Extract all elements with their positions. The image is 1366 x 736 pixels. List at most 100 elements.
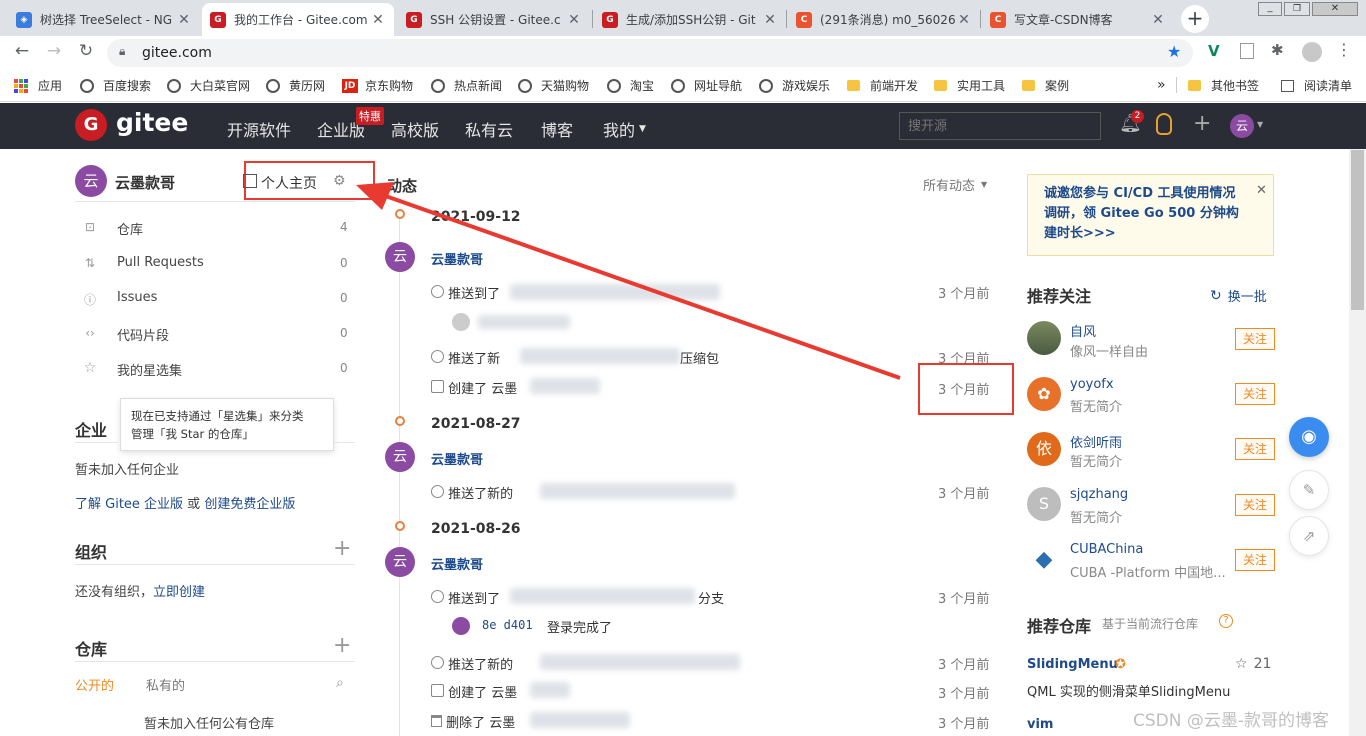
help-icon[interactable]: ? [1219, 614, 1233, 628]
bookmark-item[interactable]: 天猫购物 [518, 77, 589, 94]
browser-tab[interactable]: ◈ 树选择 TreeSelect - NG ✕ [8, 3, 200, 36]
follow-button[interactable]: 关注 [1235, 549, 1275, 571]
add-org-plus-icon[interactable]: + [333, 536, 351, 561]
rec-user-name[interactable]: 依剑听雨 [1070, 432, 1122, 451]
rec-user-name[interactable]: sjqzhang [1070, 487, 1128, 502]
rec-user-name[interactable]: CUBAChina [1070, 542, 1143, 557]
gitee-logo-text[interactable]: gitee [116, 108, 188, 137]
bookmark-item[interactable]: 大白菜官网 [167, 77, 250, 94]
bookmark-item[interactable]: 游戏娱乐 [759, 77, 830, 94]
browser-tab[interactable]: C (291条消息) m0_56026 ✕ [788, 3, 980, 36]
bookmark-item[interactable]: 热点新闻 [431, 77, 502, 94]
reload-icon[interactable]: ↻ [74, 41, 98, 63]
feed-username[interactable]: 云墨款哥 [431, 554, 483, 573]
user-avatar[interactable]: ◆ [1027, 543, 1061, 577]
user-avatar[interactable]: S [1027, 487, 1061, 521]
browser-tab[interactable]: G SSH 公钥设置 - Gitee.c ✕ [398, 3, 590, 36]
gitee-logo-icon[interactable]: G [75, 109, 107, 141]
feed-avatar[interactable]: 云 [385, 547, 415, 577]
feed-avatar[interactable]: 云 [385, 442, 415, 472]
gear-icon[interactable]: ⚙ [333, 173, 346, 189]
window-close-button[interactable]: ✕ [1312, 2, 1358, 16]
repo-tab-private[interactable]: 私有的 [146, 675, 185, 694]
nav-campus[interactable]: 高校版 [391, 117, 439, 141]
refresh-button[interactable]: ↻ 换一批 [1210, 286, 1267, 306]
back-icon[interactable]: ← [10, 41, 34, 63]
close-icon[interactable]: ✕ [176, 12, 192, 28]
feed-username[interactable]: 云墨款哥 [431, 449, 483, 468]
follow-button[interactable]: 关注 [1235, 383, 1275, 405]
lightbulb-icon[interactable] [1156, 113, 1172, 135]
bookmark-folder[interactable]: 前端开发 [847, 77, 918, 94]
forward-icon[interactable]: → [42, 41, 66, 63]
other-bookmarks[interactable]: 其他书签 [1188, 77, 1259, 94]
browser-tab[interactable]: C 写文章-CSDN博客 ✕ [982, 3, 1174, 36]
bookmark-item[interactable]: JD 京东购物 [342, 77, 413, 94]
menu-icon[interactable]: ⋮ [1336, 40, 1352, 59]
repo-name[interactable]: vim [1027, 717, 1053, 732]
bookmark-apps[interactable]: 应用 [14, 77, 62, 94]
puzzle-icon[interactable]: ✱ [1271, 41, 1284, 59]
bookmark-item[interactable]: 百度搜索 [80, 77, 151, 94]
sidebar-avatar[interactable]: 云 [75, 165, 107, 197]
create-org-link[interactable]: 立即创建 [153, 585, 205, 600]
share-float-button[interactable]: ⇗ [1289, 516, 1329, 556]
reading-list[interactable]: 阅读清单 [1281, 77, 1352, 94]
browser-tab[interactable]: G 生成/添加SSH公钥 - Git ✕ [594, 3, 786, 36]
sidebar-item-repos[interactable]: ⊡ 仓库 4 [75, 218, 355, 238]
close-icon[interactable]: ✕ [762, 12, 778, 28]
sidebar-item-snippets[interactable]: ‹› 代码片段 0 [75, 324, 355, 344]
repo-stars[interactable]: ☆ 21 [1235, 656, 1271, 672]
close-icon[interactable]: ✕ [1256, 183, 1267, 198]
bookmark-folder[interactable]: 实用工具 [934, 77, 1005, 94]
repo-name[interactable]: SlidingMenu [1027, 657, 1118, 672]
add-repo-plus-icon[interactable]: + [333, 633, 351, 658]
close-icon[interactable]: ✕ [956, 12, 972, 28]
feed-filter-dropdown[interactable]: 所有动态 ▼ [923, 175, 987, 194]
follow-button[interactable]: 关注 [1235, 438, 1275, 460]
new-tab-button[interactable]: + [1181, 5, 1209, 33]
nav-blog[interactable]: 博客 [541, 117, 573, 141]
user-avatar[interactable]: ✿ [1027, 377, 1061, 411]
browser-tab-active[interactable]: G 我的工作台 - Gitee.com ✕ [202, 3, 394, 36]
sidebar-item-issues[interactable]: ⓘ Issues 0 [75, 289, 355, 309]
user-avatar[interactable]: 依 [1027, 432, 1061, 466]
header-avatar[interactable]: 云 [1230, 114, 1254, 138]
close-icon[interactable]: ✕ [1150, 12, 1166, 28]
nav-mine[interactable]: 我的 ▼ [603, 117, 646, 141]
profile-avatar[interactable] [1302, 42, 1322, 62]
commit-hash[interactable]: 8e d401 [482, 618, 533, 632]
caret-down-icon[interactable]: ▼ [1257, 120, 1263, 129]
bookmark-item[interactable]: 黄历网 [266, 77, 325, 94]
scrollbar-thumb[interactable] [1351, 150, 1364, 310]
close-icon[interactable]: ✕ [370, 12, 386, 28]
extension-icon[interactable]: V [1208, 42, 1220, 60]
omnibox[interactable]: 🔒︎ gitee.com ★ [107, 39, 1193, 67]
follow-button[interactable]: 关注 [1235, 328, 1275, 350]
bookmark-item[interactable]: 淘宝 [607, 77, 654, 94]
bookmarks-more-button[interactable]: » [1157, 77, 1166, 93]
sidebar-item-star-collections[interactable]: ☆ 我的星选集 0 [75, 359, 355, 379]
bookmark-folder[interactable]: 案例 [1022, 77, 1069, 94]
nav-open-source[interactable]: 开源软件 [227, 117, 291, 141]
extension-icon[interactable] [1240, 43, 1254, 59]
follow-button[interactable]: 关注 [1235, 494, 1275, 516]
bookmark-item[interactable]: 网址导航 [671, 77, 742, 94]
close-icon[interactable]: ✕ [566, 12, 582, 28]
maximize-button[interactable]: ❐ [1284, 2, 1310, 16]
nav-private-cloud[interactable]: 私有云 [465, 117, 513, 141]
search-input[interactable] [899, 112, 1101, 140]
rec-user-name[interactable]: 自风 [1070, 321, 1096, 340]
feedback-float-button[interactable]: ✎ [1289, 470, 1329, 510]
plus-icon[interactable]: + [1193, 111, 1211, 136]
create-enterprise-link[interactable]: 创建免费企业版 [204, 497, 295, 512]
user-avatar[interactable] [1027, 321, 1061, 355]
survey-banner[interactable]: 诚邀您参与 CI/CD 工具使用情况调研，领 Gitee Go 500 分钟构建… [1027, 174, 1274, 256]
sidebar-username[interactable]: 云墨款哥 [115, 172, 175, 193]
assistant-float-button[interactable]: ◉ [1289, 417, 1329, 457]
repo-tab-public[interactable]: 公开的 [75, 675, 114, 694]
learn-enterprise-link[interactable]: 了解 Gitee 企业版 [75, 497, 183, 512]
homepage-link[interactable]: 个人主页 [261, 173, 317, 193]
search-icon[interactable]: ⌕ [336, 675, 344, 691]
sidebar-item-pull-requests[interactable]: ⇅ Pull Requests 0 [75, 254, 355, 274]
